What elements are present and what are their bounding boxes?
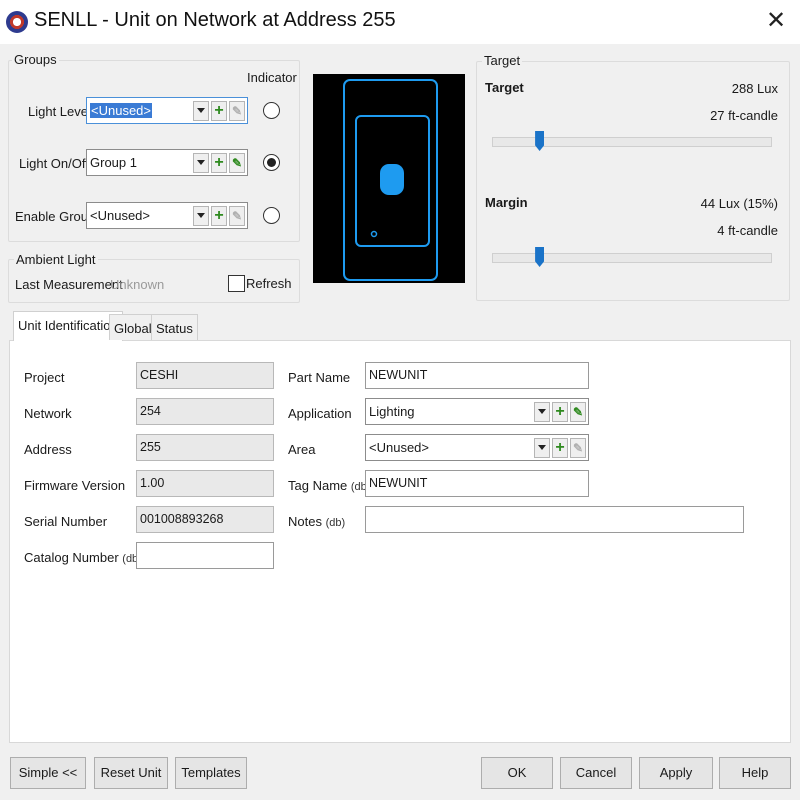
edit-icon: ✎	[570, 437, 586, 458]
target-label: Target	[485, 80, 524, 95]
db-tag: (db)	[325, 517, 346, 529]
edit-icon: ✎	[229, 205, 245, 226]
chevron-down-icon[interactable]	[534, 401, 550, 422]
tab-unit-identification[interactable]: Unit Identification	[13, 311, 123, 341]
light-on-off-combo[interactable]: Group 1 + ✎	[86, 149, 248, 176]
target-box	[476, 61, 790, 301]
device-led	[370, 230, 378, 238]
ok-button[interactable]: OK	[481, 757, 553, 789]
edit-icon[interactable]: ✎	[229, 152, 245, 173]
project-label: Project	[24, 370, 65, 385]
serial-number-label: Serial Number	[24, 514, 108, 529]
last-measurement-label: Last Measurement	[15, 277, 123, 292]
reset-unit-button[interactable]: Reset Unit	[94, 757, 168, 789]
light-level-label: Light Level	[28, 104, 91, 119]
margin-fc: 4 ft-candle	[717, 223, 778, 238]
templates-button[interactable]: Templates	[175, 757, 247, 789]
help-button[interactable]: Help	[719, 757, 791, 789]
refresh-label[interactable]: Refresh	[246, 276, 292, 291]
target-fc: 27 ft-candle	[710, 108, 778, 123]
edit-icon[interactable]: ✎	[570, 401, 586, 422]
tag-name-label: Tag Name (db)	[288, 478, 371, 493]
address-field: 255	[136, 434, 274, 461]
indicator-header: Indicator	[247, 70, 297, 85]
edit-icon: ✎	[229, 100, 245, 121]
chevron-down-icon[interactable]	[534, 437, 550, 458]
light-on-off-label: Light On/Off	[19, 156, 89, 171]
catalog-number-label: Catalog Number (db)	[24, 550, 142, 565]
groups-title: Groups	[12, 52, 59, 67]
network-label: Network	[24, 406, 72, 421]
margin-lux: 44 Lux (15%)	[700, 196, 778, 211]
target-slider-track[interactable]	[492, 137, 772, 147]
add-icon[interactable]: +	[211, 205, 227, 226]
application-combo[interactable]: Lighting + ✎	[365, 398, 589, 425]
area-label: Area	[288, 442, 316, 457]
add-icon[interactable]: +	[552, 437, 568, 458]
part-name-input[interactable]: NEWUNIT	[365, 362, 589, 389]
firmware-version-label: Firmware Version	[24, 478, 126, 493]
refresh-checkbox[interactable]	[228, 275, 245, 292]
margin-label: Margin	[485, 195, 528, 210]
light-level-value[interactable]: <Unused>	[87, 103, 193, 118]
firmware-version-field: 1.00	[136, 470, 274, 497]
light-level-indicator-radio[interactable]	[263, 102, 280, 119]
notes-input[interactable]	[365, 506, 744, 533]
project-field: CESHI	[136, 362, 274, 389]
ambient-light-title: Ambient Light	[14, 252, 98, 267]
add-icon[interactable]: +	[211, 100, 227, 121]
app-icon[interactable]	[6, 11, 28, 33]
tag-name-input[interactable]: NEWUNIT	[365, 470, 589, 497]
device-sensor	[380, 164, 404, 195]
chevron-down-icon[interactable]	[193, 100, 209, 121]
catalog-number-input[interactable]	[136, 542, 274, 569]
enable-group-indicator-radio[interactable]	[263, 207, 280, 224]
target-lux: 288 Lux	[731, 81, 778, 96]
address-label: Address	[24, 442, 72, 457]
window-title: SENLL - Unit on Network at Address 255	[34, 9, 396, 31]
light-level-combo[interactable]: <Unused> + ✎	[86, 97, 248, 124]
enable-group-label: Enable Group	[15, 209, 96, 224]
light-on-off-indicator-radio[interactable]	[263, 154, 280, 171]
target-box-title: Target	[482, 53, 523, 68]
add-icon[interactable]: +	[211, 152, 227, 173]
apply-button[interactable]: Apply	[639, 757, 713, 789]
close-icon[interactable]: ✕	[762, 6, 790, 36]
simple-button[interactable]: Simple <<	[10, 757, 86, 789]
part-name-label: Part Name	[288, 370, 351, 385]
enable-group-value[interactable]: <Unused>	[87, 208, 193, 223]
enable-group-combo[interactable]: <Unused> + ✎	[86, 202, 248, 229]
application-label: Application	[288, 406, 352, 421]
area-combo[interactable]: <Unused> + ✎	[365, 434, 589, 461]
network-field: 254	[136, 398, 274, 425]
tab-global[interactable]: Global	[109, 314, 157, 340]
light-on-off-value[interactable]: Group 1	[87, 155, 193, 170]
cancel-button[interactable]: Cancel	[560, 757, 632, 789]
area-value[interactable]: <Unused>	[366, 440, 534, 455]
margin-slider-track[interactable]	[492, 253, 772, 263]
add-icon[interactable]: +	[552, 401, 568, 422]
application-value[interactable]: Lighting	[366, 404, 534, 419]
chevron-down-icon[interactable]	[193, 152, 209, 173]
serial-number-field: 001008893268	[136, 506, 274, 533]
last-measurement-value: Unknown	[110, 277, 165, 292]
chevron-down-icon[interactable]	[193, 205, 209, 226]
device-preview	[313, 74, 465, 283]
tab-status[interactable]: Status	[151, 314, 198, 340]
notes-label: Notes (db)	[288, 514, 346, 529]
